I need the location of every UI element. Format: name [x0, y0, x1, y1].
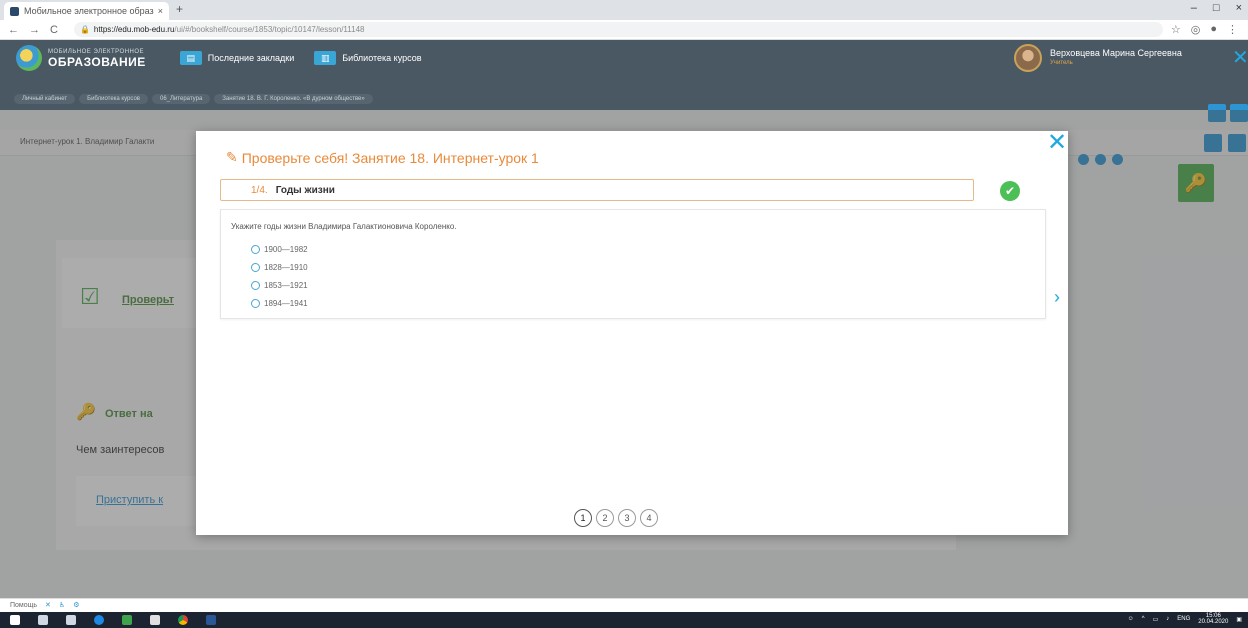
- library-icon: ▥: [314, 51, 337, 65]
- radio-button[interactable]: [251, 298, 260, 308]
- breadcrumb-item[interactable]: 06_Литература: [152, 94, 211, 104]
- tab-close-icon[interactable]: ×: [158, 6, 163, 16]
- chrome-icon[interactable]: [178, 615, 188, 625]
- task-view-icon[interactable]: [66, 615, 76, 625]
- site-logo[interactable]: МОБИЛЬНОЕ ЭЛЕКТРОННОЕ ОБРАЗОВАНИЕ: [16, 45, 146, 71]
- settings-icon[interactable]: ⚙: [73, 601, 79, 609]
- answer-options: 1900—1982 1828—1910 1853—1921 1894—1941: [251, 240, 308, 312]
- quiz-modal: ✕ ✎ Проверьте себя! Занятие 18. Интернет…: [196, 131, 1068, 535]
- breadcrumb-item[interactable]: Библиотека курсов: [79, 94, 148, 104]
- profile-icon[interactable]: ●: [1210, 23, 1217, 36]
- reload-icon[interactable]: C: [50, 24, 58, 36]
- notifications-icon[interactable]: ▣: [1236, 616, 1242, 623]
- answer-option-label: 1894—1941: [264, 298, 308, 308]
- forward-arrow-icon[interactable]: →: [29, 24, 40, 36]
- modal-title-text: Проверьте себя! Занятие 18. Интернет-уро…: [241, 149, 539, 166]
- breadcrumb-item[interactable]: Личный кабинет: [14, 94, 76, 104]
- site-favicon-icon: [10, 6, 19, 16]
- windows-start-icon[interactable]: [10, 615, 20, 625]
- search-icon[interactable]: [38, 615, 48, 625]
- modal-close-icon[interactable]: ✕: [1047, 131, 1067, 155]
- answer-option-label: 1828—1910: [264, 262, 308, 272]
- pencil-icon: ✎: [226, 149, 238, 165]
- network-icon[interactable]: ▭: [1153, 616, 1159, 623]
- clock-date: 20.04.2020: [1198, 619, 1229, 625]
- file-explorer-icon[interactable]: [122, 615, 132, 625]
- question-number: 1/4.: [251, 184, 268, 196]
- volume-icon[interactable]: ♪: [1166, 616, 1169, 622]
- user-name: Верховцева Марина Сергеевна: [1050, 48, 1182, 58]
- page-footer: Помощь ✕ ♿ ⚙: [0, 598, 1248, 612]
- back-arrow-icon[interactable]: ←: [8, 24, 19, 36]
- radio-button[interactable]: [251, 244, 260, 254]
- url-path: /ui/#/bookshelf/course/1853/topic/10147/…: [174, 25, 365, 34]
- modal-title: ✎ Проверьте себя! Занятие 18. Интернет-у…: [226, 149, 539, 166]
- radio-button[interactable]: [251, 262, 260, 272]
- people-icon[interactable]: ☺: [1128, 616, 1134, 622]
- radio-button[interactable]: [251, 280, 260, 290]
- answer-option[interactable]: 1900—1982: [251, 240, 308, 258]
- check-circle-icon[interactable]: ✔: [1000, 181, 1020, 201]
- minimize-button[interactable]: –: [1191, 2, 1197, 14]
- star-icon[interactable]: ☆: [1171, 23, 1181, 36]
- store-icon[interactable]: [150, 615, 160, 625]
- answer-option[interactable]: 1894—1941: [251, 294, 308, 312]
- clock[interactable]: 15:06 20.04.2020: [1198, 613, 1228, 625]
- help-link[interactable]: Помощь: [10, 602, 37, 609]
- tab-title: Мобильное электронное образ: [24, 6, 154, 16]
- screen: Мобильное электронное образ × + – □ × ← …: [0, 0, 1248, 628]
- new-tab-button[interactable]: +: [176, 2, 183, 16]
- course-library-link[interactable]: ▥ Библиотека курсов: [314, 51, 422, 65]
- page-button-4[interactable]: 4: [640, 509, 658, 527]
- avatar: [1014, 44, 1042, 72]
- logo-title: ОБРАЗОВАНИЕ: [48, 54, 146, 69]
- word-icon[interactable]: [206, 615, 216, 625]
- breadcrumb-item[interactable]: Занятие 18. В. Г. Короленко. «В дурном о…: [214, 94, 373, 104]
- url-input[interactable]: 🔒 https://edu.mob-edu.ru /ui/#/bookshelf…: [73, 22, 1163, 37]
- breadcrumb: Личный кабинет Библиотека курсов 06_Лите…: [0, 92, 1248, 106]
- logo-emblem-icon: [16, 45, 42, 71]
- accessibility-icon[interactable]: ♿: [59, 601, 65, 609]
- answer-option-label: 1900—1982: [264, 244, 308, 254]
- maximize-button[interactable]: □: [1213, 2, 1220, 14]
- browser-tab[interactable]: Мобильное электронное образ ×: [4, 2, 169, 20]
- recent-bookmarks-link[interactable]: ▤ Последние закладки: [179, 51, 295, 65]
- answer-option[interactable]: 1828—1910: [251, 258, 308, 276]
- edge-browser-icon[interactable]: [94, 615, 104, 625]
- user-profile[interactable]: Верховцева Марина Сергеевна Учитель: [1014, 44, 1182, 72]
- header-close-icon[interactable]: ✕: [1232, 48, 1248, 68]
- answer-option-label: 1853—1921: [264, 280, 308, 290]
- extension-icon[interactable]: ◎: [1191, 23, 1201, 36]
- page-button-1[interactable]: 1: [574, 509, 592, 527]
- next-question-arrow-icon[interactable]: ›: [1054, 287, 1060, 308]
- browser-tab-bar: Мобильное электронное образ × + – □ ×: [0, 0, 1248, 20]
- language-indicator[interactable]: ENG: [1177, 616, 1190, 622]
- question-header: 1/4. Годы жизни: [220, 179, 974, 201]
- tray-arrow-icon[interactable]: ^: [1142, 616, 1145, 622]
- course-library-label: Библиотека курсов: [342, 53, 422, 63]
- user-role: Учитель: [1050, 60, 1073, 66]
- page-button-3[interactable]: 3: [618, 509, 636, 527]
- question-body: Укажите годы жизни Владимира Галактионов…: [220, 209, 1046, 319]
- lock-icon: 🔒: [79, 25, 90, 34]
- address-bar: ← → C 🔒 https://edu.mob-edu.ru /ui/#/boo…: [0, 20, 1248, 40]
- answer-option[interactable]: 1853—1921: [251, 276, 308, 294]
- os-taskbar: ☺ ^ ▭ ♪ ENG 15:06 20.04.2020 ▣: [0, 612, 1248, 628]
- url-host: https://edu.mob-edu.ru: [93, 25, 175, 34]
- question-text: Укажите годы жизни Владимира Галактионов…: [231, 222, 457, 231]
- question-title: Годы жизни: [275, 184, 335, 196]
- bookmarks-icon: ▤: [179, 51, 202, 65]
- tools-icon[interactable]: ✕: [45, 601, 51, 609]
- menu-icon[interactable]: ⋮: [1227, 23, 1238, 36]
- page-button-2[interactable]: 2: [596, 509, 614, 527]
- recent-bookmarks-label: Последние закладки: [207, 53, 295, 63]
- site-header: МОБИЛЬНОЕ ЭЛЕКТРОННОЕ ОБРАЗОВАНИЕ ▤ Посл…: [0, 40, 1248, 110]
- close-window-button[interactable]: ×: [1236, 2, 1242, 14]
- question-pager: 1 2 3 4: [574, 509, 658, 527]
